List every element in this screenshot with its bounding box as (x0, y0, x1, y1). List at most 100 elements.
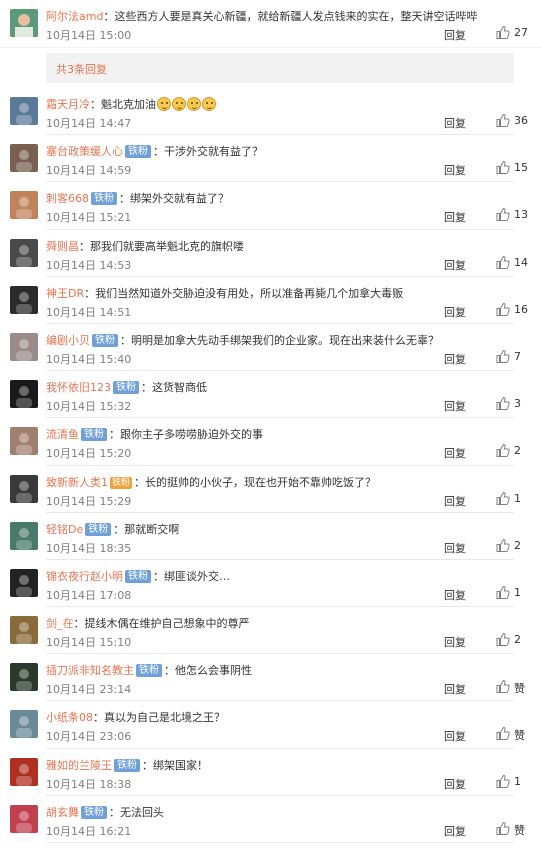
reply-button[interactable]: 回复 (444, 257, 466, 273)
reply-item: 流清鱼 铁粉 ：跟你主子多唠唠胁迫外交的事 10月14日 15:20 回复 2 (0, 418, 542, 466)
reply-button[interactable]: 回复 (444, 115, 466, 131)
reply-button[interactable]: 回复 (444, 587, 466, 603)
timestamp: 10月14日 23:14 (46, 683, 132, 697)
like-button[interactable]: 14 (496, 255, 528, 270)
avatar[interactable] (10, 757, 38, 786)
like-button[interactable]: 1 (496, 585, 521, 600)
timestamp: 10月14日 15:21 (46, 211, 132, 225)
reply-button[interactable]: 回复 (444, 728, 466, 744)
expand-replies-link[interactable]: 共3条回复 (56, 61, 107, 77)
reply-item: 霜天月冷：魁北克加油 10月14日 14:47 回复 36 (0, 88, 542, 136)
username-link[interactable]: 胡玄舞 (46, 806, 79, 819)
reply-text: 干涉外交就有益了？ (164, 145, 263, 159)
reply-text: 我们当然知道外交胁迫没有用处，所以准备再毙几个加拿大毒贩 (95, 286, 404, 300)
reply-text: 明明是加拿大先动手绑架我们的企业家。现在出来装什么无辜？ (131, 333, 439, 347)
reply-button[interactable]: 回复 (444, 681, 466, 697)
avatar[interactable] (10, 191, 38, 220)
username-link[interactable]: 舜则昌 (46, 240, 79, 253)
like-button[interactable]: 3 (496, 397, 521, 411)
username-link[interactable]: 流清鱼 (46, 428, 79, 441)
reply-button[interactable]: 回复 (444, 27, 466, 43)
like-button[interactable]: 2 (496, 538, 521, 553)
reply-item: 神王DR：我们当然知道外交胁迫没有用处，所以准备再毙几个加拿大毒贩 10月14日 … (0, 277, 542, 324)
thumbs-up-icon (496, 821, 510, 835)
timestamp: 10月14日 14:53 (46, 258, 132, 272)
reply-item: 编剧小贝 铁粉 ：明明是加拿大先动手绑架我们的企业家。现在出来装什么无辜？ 10月14… (0, 324, 542, 372)
avatar[interactable] (10, 616, 38, 645)
reply-item: 雅如的兰陵王 铁粉 ：绑架国家！ 10月14日 18:38 回复 1 (0, 749, 542, 796)
reply-button[interactable]: 回复 (444, 398, 466, 414)
username-link[interactable]: 阿尔法amd (46, 10, 103, 23)
like-button[interactable]: 2 (496, 444, 521, 458)
reply-button[interactable]: 回复 (444, 209, 466, 225)
thumbs-up-icon (496, 208, 510, 222)
username-link[interactable]: 致新新人类1 (46, 476, 108, 489)
like-button[interactable]: 赞 (496, 821, 525, 837)
avatar[interactable] (10, 427, 38, 456)
like-count: 14 (514, 255, 528, 269)
like-button[interactable]: 1 (496, 491, 521, 506)
username-link[interactable]: 剑_在 (46, 617, 74, 630)
avatar[interactable] (10, 238, 38, 267)
avatar[interactable] (10, 710, 38, 739)
avatar[interactable] (10, 97, 38, 125)
username-link[interactable]: 霜天月冷 (46, 98, 90, 111)
avatar[interactable] (10, 804, 38, 833)
reply-button[interactable]: 回复 (444, 162, 466, 178)
fan-badge: 铁粉 (114, 758, 140, 772)
emoji-icon (157, 97, 171, 111)
reply-button[interactable]: 回复 (444, 351, 466, 367)
emoji-icon (202, 97, 216, 111)
reply-button[interactable]: 回复 (444, 304, 466, 320)
avatar[interactable] (10, 9, 38, 37)
reply-button[interactable]: 回复 (444, 823, 466, 839)
reply-line: 霜天月冷：魁北克加油 (46, 96, 534, 112)
like-button[interactable]: 2 (496, 633, 521, 647)
reply-button[interactable]: 回复 (444, 540, 466, 556)
like-button[interactable]: 1 (496, 774, 521, 789)
reply-item: 剑_在：提线木偶在维护自己想象中的尊严 10月14日 15:10 回复 2 (0, 607, 542, 655)
avatar[interactable] (10, 663, 38, 692)
avatar[interactable] (10, 285, 38, 314)
username-link[interactable]: 雅如的兰陵王 (46, 759, 112, 772)
reply-line: 塞台政策缓人心 铁粉 ：干涉外交就有益了？ (46, 145, 263, 159)
reply-line: 插刀派非知名教主 铁粉 ：他怎么会事阴性 (46, 664, 252, 678)
top-comment: 阿尔法amd：这些西方人要是真关心新疆，就给新疆人发点钱来的实在，整天讲空话哔哔… (0, 0, 542, 48)
username-link[interactable]: 插刀派非知名教主 (46, 664, 134, 677)
username-link[interactable]: 编剧小贝 (46, 334, 90, 347)
username-link[interactable]: 我怀依旧123 (46, 381, 111, 394)
avatar[interactable] (10, 332, 38, 361)
like-button[interactable]: 赞 (496, 727, 525, 742)
like-count: 3 (514, 397, 521, 411)
avatar[interactable] (10, 380, 38, 409)
like-count: 36 (514, 114, 528, 127)
username-link[interactable]: 塞台政策缓人心 (46, 145, 123, 158)
reply-line: 剑_在：提线木偶在维护自己想象中的尊严 (46, 617, 250, 631)
avatar[interactable] (10, 144, 38, 173)
like-button[interactable]: 7 (496, 349, 521, 364)
username-link[interactable]: 锦衣夜行赵小明 (46, 570, 123, 583)
like-button[interactable]: 27 (496, 26, 528, 40)
avatar[interactable] (10, 521, 38, 550)
like-button[interactable]: 15 (496, 161, 528, 175)
like-button[interactable]: 赞 (496, 680, 525, 695)
like-button[interactable]: 16 (496, 302, 528, 317)
username-link[interactable]: 轻铭De (46, 523, 83, 536)
username-link[interactable]: 刺客668 (46, 192, 89, 205)
like-button[interactable]: 13 (496, 208, 528, 222)
thumbs-up-icon (496, 633, 510, 647)
reply-button[interactable]: 回复 (444, 634, 466, 650)
like-button[interactable]: 36 (496, 114, 528, 128)
thumbs-up-icon (496, 727, 510, 741)
thumbs-up-icon (496, 26, 510, 39)
reply-button[interactable]: 回复 (444, 493, 466, 509)
avatar[interactable] (10, 568, 38, 597)
username-link[interactable]: 小纸条08 (46, 711, 93, 724)
reply-text: 那我们就要高举魁北克的旗帜喽 (90, 239, 244, 253)
reply-item: 舜则昌：那我们就要高举魁北克的旗帜喽 10月14日 14:53 回复 14 (0, 230, 542, 277)
avatar[interactable] (10, 474, 38, 503)
reply-button[interactable]: 回复 (444, 776, 466, 792)
username-link[interactable]: 神王DR (46, 287, 84, 300)
comment-thread: 阿尔法amd：这些西方人要是真关心新疆，就给新疆人发点钱来的实在，整天讲空话哔哔… (0, 0, 542, 848)
reply-button[interactable]: 回复 (444, 445, 466, 461)
